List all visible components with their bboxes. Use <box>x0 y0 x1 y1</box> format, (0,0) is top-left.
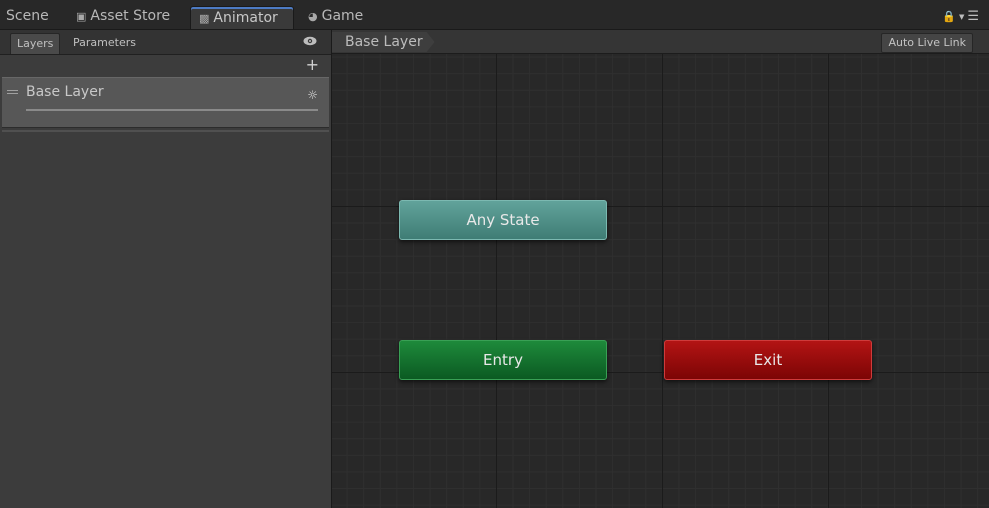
asset-store-icon: ▣ <box>76 10 87 23</box>
add-layer-button[interactable]: + <box>306 57 319 73</box>
gear-icon[interactable]: ☼ <box>307 88 318 102</box>
tab-game[interactable]: ◕ Game <box>308 4 363 29</box>
tab-scene[interactable]: Scene <box>6 4 49 29</box>
window-menu: 🔒 ▼ ☰ <box>942 9 979 24</box>
exit-node[interactable]: Exit <box>664 340 872 380</box>
tab-animator[interactable]: ▩ Animator <box>190 6 294 29</box>
lock-icon[interactable]: 🔒 <box>942 10 956 23</box>
tab-asset-store-label: Asset Store <box>90 8 171 24</box>
editor-tab-bar: Scene ▣ Asset Store ▩ Animator ◕ Game 🔒 … <box>0 0 989 30</box>
eye-icon[interactable] <box>303 36 317 46</box>
drag-handle-icon[interactable] <box>7 90 18 95</box>
layer-weight-bar <box>26 109 318 111</box>
tab-layers[interactable]: Layers <box>10 33 61 54</box>
layer-name: Base Layer <box>26 84 104 100</box>
breadcrumb[interactable]: Base Layer <box>332 32 435 52</box>
entry-node[interactable]: Entry <box>399 340 607 380</box>
animator-icon: ▩ <box>199 11 210 25</box>
tab-scene-label: Scene <box>6 8 49 24</box>
panel-subtabs: Layers Parameters <box>0 30 331 55</box>
game-icon: ◕ <box>308 10 318 23</box>
tab-game-label: Game <box>321 8 364 24</box>
tab-animator-label: Animator <box>213 9 278 26</box>
auto-live-link-button[interactable]: Auto Live Link <box>881 33 973 53</box>
chevron-down-icon[interactable]: ▼ <box>959 13 964 21</box>
divider <box>2 130 329 132</box>
layers-panel: Layers Parameters + Base Layer ☼ <box>0 30 332 508</box>
tab-asset-store[interactable]: ▣ Asset Store <box>76 4 170 29</box>
graph-toolbar: Base Layer Auto Live Link <box>332 30 989 54</box>
layer-item[interactable]: Base Layer ☼ <box>2 77 329 128</box>
state-machine-graph[interactable]: Base Layer Auto Live Link Any State Entr… <box>332 30 989 508</box>
tab-parameters[interactable]: Parameters <box>67 33 142 53</box>
any-state-node[interactable]: Any State <box>399 200 607 240</box>
menu-icon[interactable]: ☰ <box>967 9 979 24</box>
